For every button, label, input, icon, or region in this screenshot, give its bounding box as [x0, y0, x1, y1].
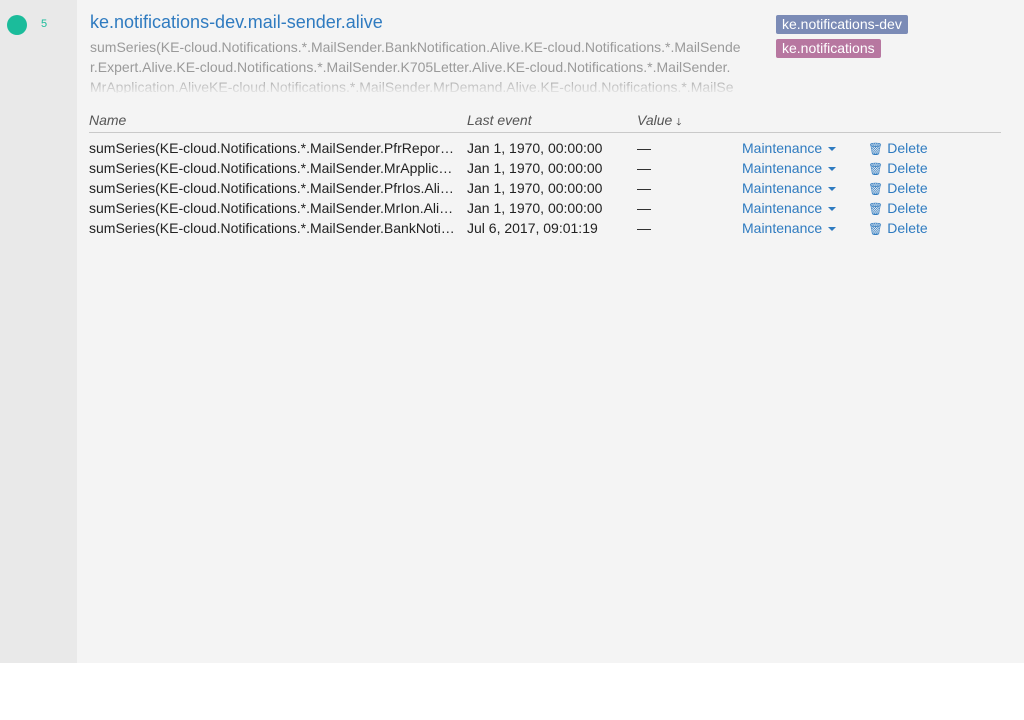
metric-last-event: Jan 1, 1970, 00:00:00 [467, 180, 603, 196]
maintenance-label: Maintenance [742, 180, 823, 196]
metric-value: — [637, 220, 651, 236]
metric-value: — [637, 160, 651, 176]
maintenance-label: Maintenance [742, 140, 823, 156]
target-fade-overlay [90, 77, 742, 93]
trash-icon: 🗑 [868, 202, 884, 216]
delete-label: Delete [887, 220, 928, 236]
maintenance-dropdown[interactable]: Maintenance [742, 140, 852, 156]
caret-down-icon [828, 167, 837, 172]
metric-name: sumSeries(KE-cloud.Notifications.*.MailS… [89, 160, 457, 176]
arrow-down-icon: 🡓 [676, 117, 682, 128]
delete-button[interactable]: 🗑 Delete [868, 180, 948, 196]
metrics-table: Name Last event Value 🡓 sumSeries(KE-clou… [89, 108, 1001, 238]
caret-down-icon [828, 147, 837, 152]
caret-down-icon [828, 187, 837, 192]
column-header-value[interactable]: Value 🡓 [637, 112, 682, 132]
metric-last-event: Jan 1, 1970, 00:00:00 [467, 140, 603, 156]
maintenance-dropdown[interactable]: Maintenance [742, 200, 852, 216]
metric-last-event: Jan 1, 1970, 00:00:00 [467, 160, 603, 176]
delete-label: Delete [887, 180, 928, 196]
maintenance-dropdown[interactable]: Maintenance [742, 220, 852, 236]
app-root: 5 ke.notifications-dev.mail-sender.alive… [0, 0, 1024, 663]
metric-last-event: Jul 6, 2017, 09:01:19 [467, 220, 598, 236]
maintenance-label: Maintenance [742, 160, 823, 176]
table-row: sumSeries(KE-cloud.Notifications.*.MailS… [89, 218, 1001, 238]
delete-label: Delete [887, 200, 928, 216]
delete-button[interactable]: 🗑 Delete [868, 160, 948, 176]
caret-down-icon [828, 207, 837, 212]
column-header-last-event[interactable]: Last event [467, 112, 532, 128]
metric-name: sumSeries(KE-cloud.Notifications.*.MailS… [89, 140, 457, 156]
metric-name: sumSeries(KE-cloud.Notifications.*.MailS… [89, 180, 457, 196]
metric-last-event: Jan 1, 1970, 00:00:00 [467, 200, 603, 216]
tag-notifications[interactable]: ke.notifications [776, 39, 881, 58]
metric-name: sumSeries(KE-cloud.Notifications.*.MailS… [89, 220, 457, 236]
maintenance-dropdown[interactable]: Maintenance [742, 160, 852, 176]
column-header-value-label: Value [637, 112, 673, 128]
delete-label: Delete [887, 140, 928, 156]
trash-icon: 🗑 [868, 162, 884, 176]
maintenance-dropdown[interactable]: Maintenance [742, 180, 852, 196]
trash-icon: 🗑 [868, 222, 884, 236]
maintenance-label: Maintenance [742, 220, 823, 236]
metric-name: sumSeries(KE-cloud.Notifications.*.MailS… [89, 200, 457, 216]
table-row: sumSeries(KE-cloud.Notifications.*.MailS… [89, 198, 1001, 218]
status-count: 5 [41, 18, 48, 30]
maintenance-label: Maintenance [742, 200, 823, 216]
metric-value: — [637, 180, 651, 196]
table-row: sumSeries(KE-cloud.Notifications.*.MailS… [89, 178, 1001, 198]
tag-notifications-dev[interactable]: ke.notifications-dev [776, 15, 908, 34]
metric-value: — [637, 200, 651, 216]
column-header-name-label: Name [89, 112, 127, 128]
tag-list: ke.notifications-dev ke.notifications [776, 15, 908, 63]
status-indicator [7, 15, 27, 35]
caret-down-icon [828, 227, 837, 232]
column-header-name[interactable]: Name [89, 112, 126, 128]
metric-value: — [637, 140, 651, 156]
delete-label: Delete [887, 160, 928, 176]
delete-button[interactable]: 🗑 Delete [868, 140, 948, 156]
delete-button[interactable]: 🗑 Delete [868, 220, 948, 236]
table-row: sumSeries(KE-cloud.Notifications.*.MailS… [89, 158, 1001, 178]
delete-button[interactable]: 🗑 Delete [868, 200, 948, 216]
trash-icon: 🗑 [868, 182, 884, 196]
column-header-last-event-label: Last event [467, 112, 532, 128]
trash-icon: 🗑 [868, 142, 884, 156]
table-row: sumSeries(KE-cloud.Notifications.*.MailS… [89, 138, 1001, 158]
trigger-title-link[interactable]: ke.notifications-dev.mail-sender.alive [90, 12, 383, 33]
table-body: sumSeries(KE-cloud.Notifications.*.MailS… [89, 133, 1001, 238]
table-header: Name Last event Value 🡓 [89, 108, 1001, 133]
status-sidebar: 5 [0, 0, 77, 663]
